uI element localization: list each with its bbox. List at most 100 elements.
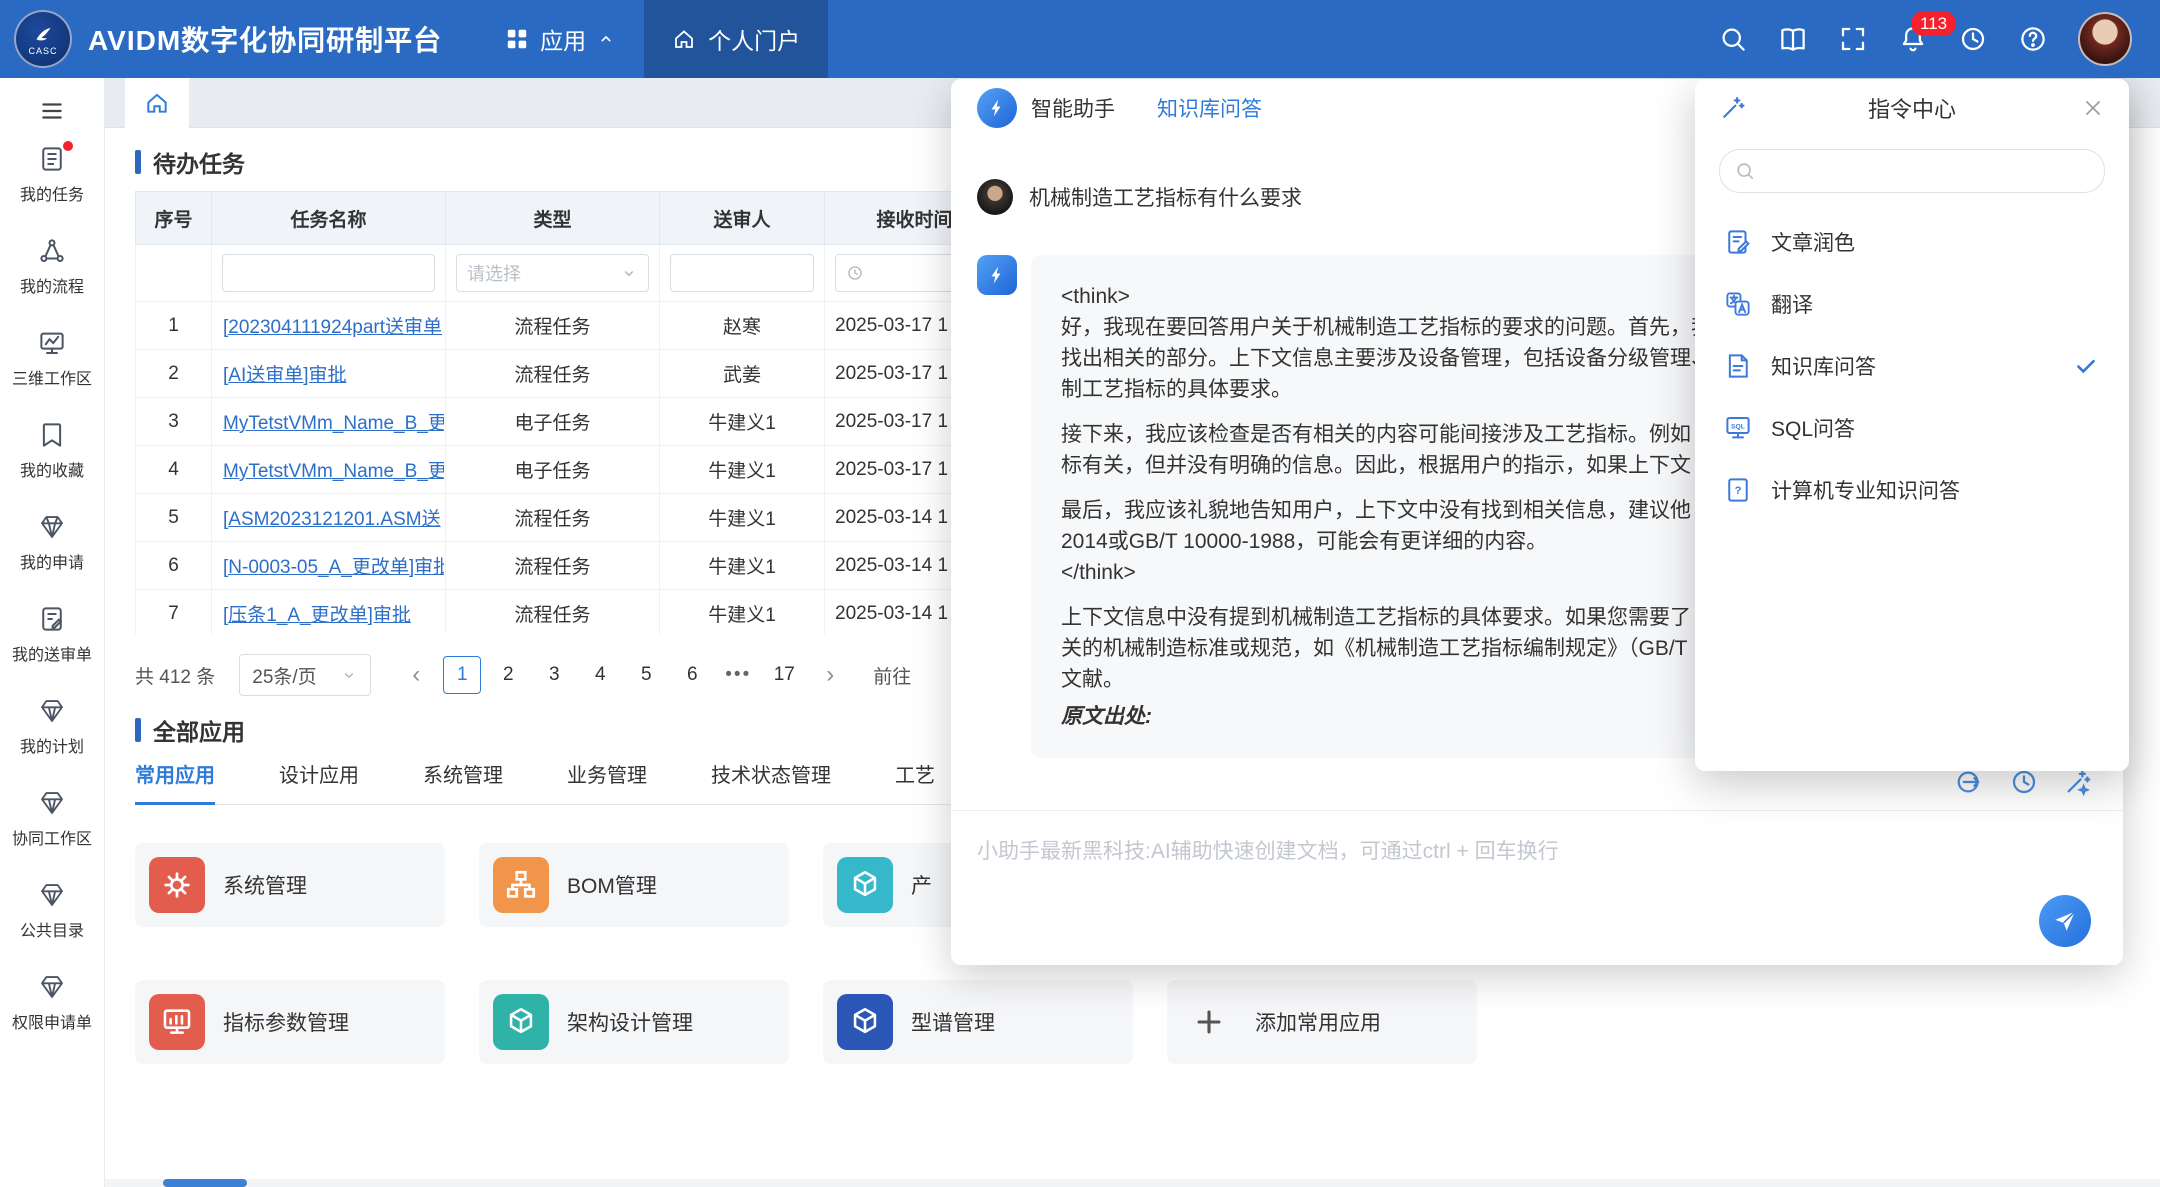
send-button[interactable] (2039, 895, 2091, 947)
sidebar-item-label: 权限申请单 (12, 1009, 92, 1033)
apps-tab-process[interactable]: 工艺 (895, 759, 935, 804)
page-size-select[interactable]: 25条/页 (239, 654, 371, 696)
magic-wand-icon (1719, 94, 1747, 122)
top-header: CASC AVIDM数字化协同研制平台 应用 个人门户 (0, 0, 2160, 78)
app-card-label: 指标参数管理 (223, 1007, 349, 1037)
fullscreen-icon[interactable] (1838, 24, 1868, 54)
cell-type: 电子任务 (446, 398, 660, 446)
sidebar-item-my-review-forms[interactable]: 我的送审单 (0, 588, 104, 680)
page-button-4[interactable]: 4 (581, 656, 619, 694)
task-link[interactable]: MyTetstVMm_Name_B_更 (213, 408, 444, 435)
assistant-title: 智能助手 (1031, 93, 1115, 123)
home-tab-icon (144, 90, 170, 116)
assistant-logo-icon (977, 88, 1017, 128)
page-button-6[interactable]: 6 (673, 656, 711, 694)
sidebar-item-permission-requests[interactable]: 权限申请单 (0, 956, 104, 1048)
history-clock-icon[interactable] (1958, 24, 1988, 54)
user-avatar[interactable] (2078, 12, 2132, 66)
task-link[interactable]: [压条1_A_更改单]审批 (213, 600, 444, 627)
page-button-2[interactable]: 2 (489, 656, 527, 694)
command-item-sql-qa[interactable]: SQL SQL问答 (1695, 397, 2129, 459)
logo-emblem-icon (30, 22, 56, 48)
sidebar-item-my-flows[interactable]: 我的流程 (0, 220, 104, 312)
chart-app-icon (149, 994, 205, 1050)
app-card-indicator-params[interactable]: 指标参数管理 (135, 980, 445, 1064)
sidebar-item-public-directory[interactable]: 公共目录 (0, 864, 104, 956)
command-search-box[interactable] (1719, 149, 2105, 193)
clear-context-icon[interactable] (1955, 767, 1985, 797)
add-common-app-button[interactable]: 添加常用应用 (1167, 980, 1477, 1064)
page-button-1[interactable]: 1 (443, 656, 481, 694)
home-icon (672, 27, 696, 51)
table-row: 5 [ASM2023121201.ASM送 流程任务 牛建义1 2025-03-… (136, 494, 1005, 542)
gem-icon (37, 880, 67, 910)
filter-type-placeholder: 请选择 (467, 260, 521, 286)
command-search-input[interactable] (1764, 152, 2104, 190)
tab-home[interactable] (125, 78, 189, 128)
notifications-bell-icon[interactable]: 113 (1898, 24, 1928, 54)
cell-no: 2 (136, 350, 212, 398)
scrollbar-thumb[interactable] (163, 1179, 247, 1187)
cell-no: 4 (136, 446, 212, 494)
chevron-up-icon (596, 29, 616, 49)
gem-icon (37, 696, 67, 726)
paper-plane-icon (2052, 908, 2078, 934)
task-link[interactable]: MyTetstVMm_Name_B_更 (213, 456, 444, 483)
chat-message-input[interactable] (951, 811, 2123, 965)
apps-tab-design[interactable]: 设计应用 (279, 759, 359, 804)
sidebar-item-3d-workspace[interactable]: 三维工作区 (0, 312, 104, 404)
command-item-translate[interactable]: 翻译 (1695, 273, 2129, 335)
sidebar-item-my-favorites[interactable]: 我的收藏 (0, 404, 104, 496)
apps-tab-tech-state[interactable]: 技术状态管理 (711, 759, 831, 804)
sidebar-collapse-button[interactable] (35, 94, 69, 128)
sidebar-item-my-applications[interactable]: 我的申请 (0, 496, 104, 588)
sidebar-item-label: 协同工作区 (12, 825, 92, 849)
sidebar-item-label: 我的申请 (20, 549, 84, 573)
app-card-architecture-design[interactable]: 架构设计管理 (479, 980, 789, 1064)
task-link[interactable]: [ASM2023121201.ASM送 (213, 504, 444, 531)
filter-sender-input[interactable] (670, 254, 814, 292)
sidebar-item-collab-workspace[interactable]: 协同工作区 (0, 772, 104, 864)
next-page-button[interactable]: › (811, 656, 849, 694)
sidebar-item-my-plans[interactable]: 我的计划 (0, 680, 104, 772)
filter-type-select[interactable]: 请选择 (456, 254, 649, 292)
app-card-system-mgmt[interactable]: 系统管理 (135, 843, 445, 927)
apps-tab-system[interactable]: 系统管理 (423, 759, 503, 804)
apps-tab-business[interactable]: 业务管理 (567, 759, 647, 804)
app-card-spectrum-mgmt[interactable]: 型谱管理 (823, 980, 1133, 1064)
command-item-polish-article[interactable]: 文章润色 (1695, 211, 2129, 273)
sidebar-item-label: 我的任务 (20, 181, 84, 205)
nav-apps-menu[interactable]: 应用 (488, 0, 632, 78)
sidebar-item-label: 我的计划 (20, 733, 84, 757)
apps-tab-common[interactable]: 常用应用 (135, 759, 215, 805)
page-button-5[interactable]: 5 (627, 656, 665, 694)
nav-personal-portal[interactable]: 个人门户 (644, 0, 828, 78)
search-icon[interactable] (1718, 24, 1748, 54)
assistant-mode-tab-knowledge-qa[interactable]: 知识库问答 (1157, 93, 1262, 123)
chat-history-icon[interactable] (2009, 767, 2039, 797)
cell-no: 3 (136, 398, 212, 446)
manual-book-icon[interactable] (1778, 24, 1808, 54)
help-icon[interactable] (2018, 24, 2048, 54)
page-size-value: 25条/页 (252, 662, 316, 689)
task-link[interactable]: [N-0003-05_A_更改单]审批 (213, 552, 444, 579)
sidebar-item-label: 我的收藏 (20, 457, 84, 481)
prev-page-button[interactable]: ‹ (397, 656, 435, 694)
task-link[interactable]: [AI送审单]审批 (213, 360, 444, 387)
page-button-17[interactable]: 17 (765, 656, 803, 694)
app-card-bom-mgmt[interactable]: BOM管理 (479, 843, 789, 927)
command-item-knowledge-qa[interactable]: 知识库问答 (1695, 335, 2129, 397)
page-button-3[interactable]: 3 (535, 656, 573, 694)
task-link[interactable]: [202304111924part送审单 (213, 312, 444, 339)
close-icon[interactable] (2081, 96, 2105, 120)
command-item-cs-knowledge-qa[interactable]: ? 计算机专业知识问答 (1695, 459, 2129, 521)
cell-no: 1 (136, 302, 212, 350)
pages-ellipsis[interactable]: ••• (719, 656, 757, 694)
magic-wand-icon[interactable] (2063, 767, 2093, 797)
chevron-down-icon (340, 666, 358, 684)
sidebar-item-my-tasks[interactable]: 我的任务 (0, 128, 104, 220)
filter-name-input[interactable] (222, 254, 435, 292)
cube-app-icon (837, 994, 893, 1050)
left-sidebar: 我的任务 我的流程 三维工作区 (0, 78, 105, 1187)
cell-no: 5 (136, 494, 212, 542)
